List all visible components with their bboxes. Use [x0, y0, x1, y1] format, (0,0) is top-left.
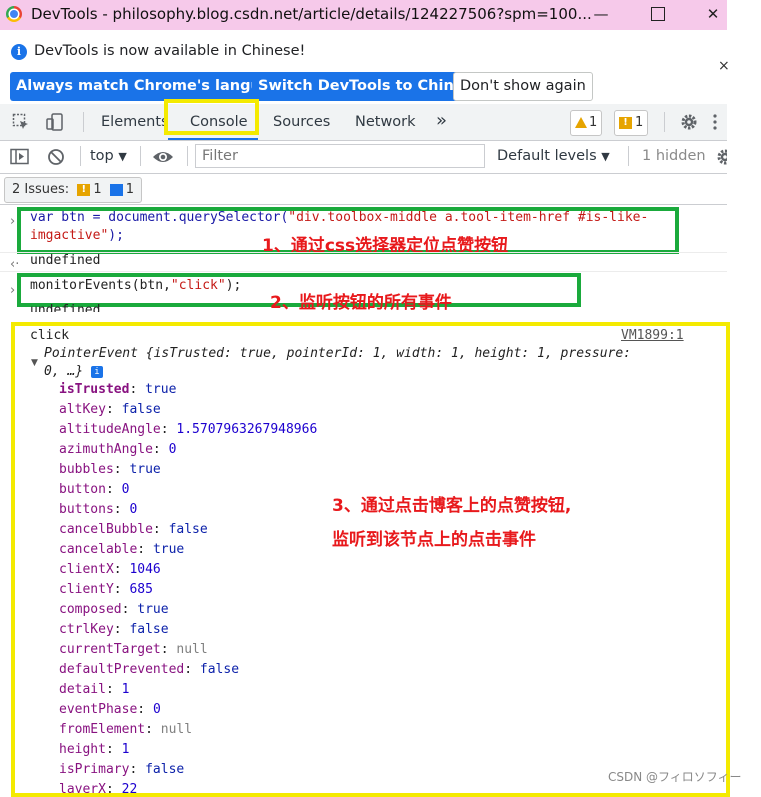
log-levels-dropdown[interactable]: Default levels ▼ — [497, 148, 610, 164]
warning-icon — [575, 117, 587, 128]
issue-warning-count: 1 — [93, 182, 102, 197]
issue-info-icon — [109, 183, 123, 196]
toolbar-divider — [80, 146, 81, 166]
infobar-message: DevTools is now available in Chinese! — [34, 43, 306, 59]
row-separator — [0, 271, 727, 272]
console-result: undefined — [30, 303, 101, 312]
inspect-element-icon[interactable] — [12, 113, 30, 131]
issues-summary-button[interactable]: 2 Issues: ! 1 1 — [4, 177, 143, 203]
window-title: DevTools - philosophy.blog.csdn.net/arti… — [31, 5, 592, 23]
clear-console-icon[interactable] — [47, 148, 65, 166]
tab-network[interactable]: Network — [355, 114, 416, 130]
close-window-button[interactable]: ✕ — [700, 3, 726, 25]
dont-show-again-button[interactable]: Don't show again — [453, 72, 593, 101]
annotation-step2: 2、监听按钮的所有事件 — [270, 293, 452, 313]
chevron-down-icon: ▼ — [118, 150, 127, 163]
event-log-highlight — [11, 322, 730, 797]
console-tab-highlight — [164, 99, 259, 135]
input-prompt-icon: › — [10, 214, 16, 229]
tab-sources[interactable]: Sources — [273, 114, 330, 130]
device-toolbar-icon[interactable] — [45, 112, 65, 132]
issues-label: 2 Issues: — [12, 182, 70, 197]
live-expression-eye-icon[interactable] — [152, 149, 174, 165]
issue-icon: ! — [619, 116, 632, 129]
issue-warning-icon: ! — [77, 183, 91, 196]
minimize-button[interactable]: — — [588, 3, 614, 25]
toolbar-divider — [628, 146, 629, 166]
warnings-badge[interactable]: 1 — [570, 110, 603, 136]
more-tabs-icon[interactable]: » — [436, 110, 447, 131]
issues-badge[interactable]: ! 1 — [614, 110, 649, 136]
toolbar-divider — [140, 146, 141, 166]
result-prompt-icon: ‹· — [10, 257, 20, 272]
toolbar-divider — [83, 112, 84, 132]
info-icon: i — [11, 44, 27, 60]
chrome-logo-icon — [6, 6, 22, 22]
input-prompt-icon: › — [10, 283, 16, 298]
maximize-button[interactable] — [645, 3, 671, 25]
issues-count: 1 — [635, 115, 644, 130]
maximize-icon — [651, 7, 665, 21]
annotation-step3-line2: 监听到该节点上的点击事件 — [332, 530, 536, 550]
toolbar-divider — [187, 146, 188, 166]
console-settings-gear-icon[interactable] — [715, 147, 727, 167]
more-options-icon[interactable] — [712, 112, 718, 132]
active-tab-indicator — [168, 138, 258, 140]
warnings-count: 1 — [589, 115, 598, 130]
tab-elements[interactable]: Elements — [101, 114, 169, 130]
row-separator — [0, 252, 727, 253]
issue-info-count: 1 — [125, 182, 135, 197]
settings-gear-icon[interactable] — [679, 112, 699, 132]
console-filter-input[interactable]: Filter — [195, 144, 485, 168]
console-result: undefined — [30, 253, 101, 268]
chevron-down-icon: ▼ — [601, 150, 610, 163]
hidden-messages-count: 1 hidden — [642, 148, 706, 164]
watermark: CSDN @フィロソフィー — [608, 770, 742, 784]
context-label: top — [90, 148, 114, 164]
log-levels-label: Default levels — [497, 148, 597, 164]
toolbar-divider — [664, 112, 665, 132]
show-sidebar-icon[interactable] — [10, 148, 30, 166]
infobar-close-icon[interactable]: × — [718, 58, 730, 74]
context-selector[interactable]: top ▼ — [90, 148, 127, 164]
annotation-step3-line1: 3、通过点击博客上的点赞按钮, — [332, 496, 572, 516]
